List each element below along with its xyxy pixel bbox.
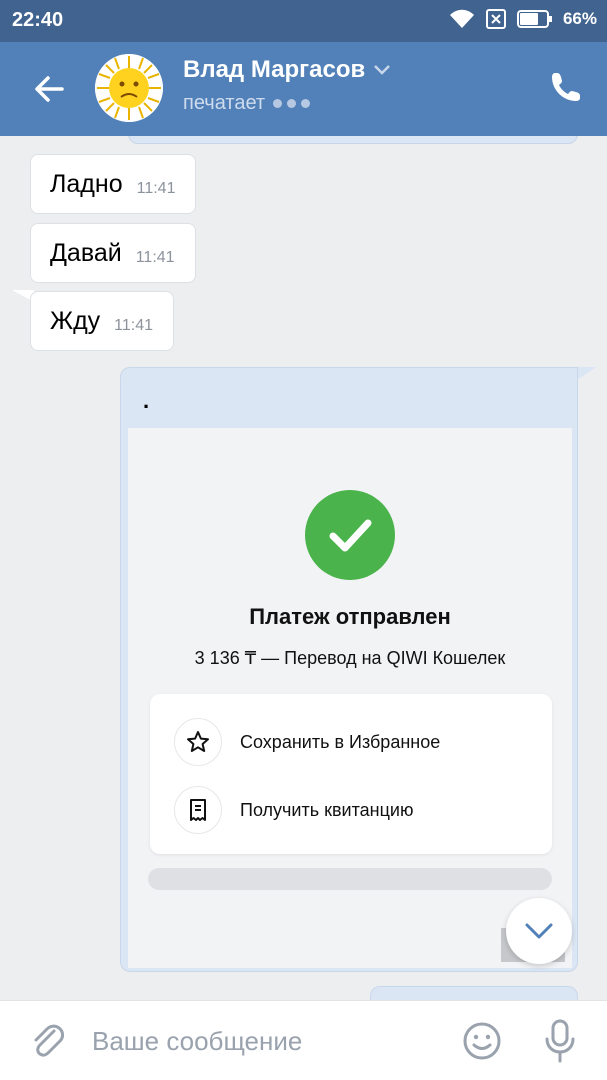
- outgoing-bubble-tail: [576, 367, 596, 381]
- status-icons: 66%: [449, 8, 597, 30]
- option-label: Получить квитанцию: [240, 799, 414, 820]
- paperclip-icon[interactable]: [28, 1021, 68, 1061]
- save-favorite-option[interactable]: Сохранить в Избранное: [174, 718, 440, 766]
- smile-icon[interactable]: [462, 1021, 502, 1061]
- chat-header: Влад Маргасов печатает: [0, 42, 607, 136]
- typing-dots-icon: [273, 99, 311, 108]
- receipt-icon: [174, 786, 222, 834]
- payment-subtitle: 3 136 ₸ — Перевод на QIWI Кошелек: [194, 648, 506, 668]
- back-arrow-icon[interactable]: [30, 70, 68, 108]
- attached-screenshot[interactable]: Платеж отправлен 3 136 ₸ — Перевод на QI…: [128, 428, 572, 968]
- contact-name: Влад Маргасов: [183, 56, 366, 83]
- get-receipt-option[interactable]: Получить квитанцию: [174, 786, 413, 834]
- message-time: 11:41: [136, 180, 176, 197]
- incoming-message[interactable]: Ладно 11:41: [30, 154, 197, 214]
- no-sim-icon: [485, 9, 506, 29]
- message-list[interactable]: Ладно 11:41 Давай 11:41 Жду 11:41 . Плат…: [0, 136, 607, 1000]
- phone-icon[interactable]: [549, 70, 583, 104]
- chevron-down-icon: [525, 923, 553, 939]
- sun-face-icon: [95, 54, 163, 122]
- status-time: 22:40: [12, 9, 64, 31]
- placeholder-bar: [148, 868, 552, 890]
- success-check-icon: [305, 490, 395, 580]
- outgoing-message[interactable]: . Платеж отправлен 3 136 ₸ — Перевод на …: [120, 367, 578, 972]
- message-time: 11:41: [135, 249, 175, 266]
- message-text: Ладно: [50, 169, 123, 198]
- chevron-down-icon: [374, 65, 391, 75]
- status-bar: 22:40 66%: [0, 0, 607, 42]
- incoming-message[interactable]: Давай 11:41: [30, 223, 196, 283]
- payment-title: Платеж отправлен: [249, 604, 451, 629]
- message-input[interactable]: [92, 1019, 432, 1063]
- composer: [0, 1000, 607, 1080]
- incoming-message[interactable]: Жду 11:41: [30, 291, 175, 351]
- wifi-icon: [449, 9, 474, 28]
- message-text: Давай: [50, 238, 122, 267]
- next-outgoing-bubble: [370, 986, 578, 1000]
- avatar[interactable]: [95, 54, 163, 122]
- typing-status: печатает: [183, 92, 311, 115]
- message-text: .: [143, 388, 150, 413]
- payment-actions-card: Сохранить в Избранное Получить квитанцию: [150, 694, 552, 854]
- message-time: 11:41: [114, 317, 154, 334]
- microphone-icon[interactable]: [542, 1019, 578, 1063]
- battery-percent: 66%: [562, 9, 597, 28]
- contact-name-row[interactable]: Влад Маргасов: [183, 56, 391, 84]
- message-text: Жду: [50, 306, 101, 335]
- previous-outgoing-bubble: [128, 136, 578, 144]
- scroll-down-button[interactable]: [506, 898, 572, 964]
- star-icon: [174, 718, 222, 766]
- option-label: Сохранить в Избранное: [240, 731, 441, 752]
- battery-icon: [516, 10, 552, 28]
- typing-label: печатает: [183, 92, 266, 114]
